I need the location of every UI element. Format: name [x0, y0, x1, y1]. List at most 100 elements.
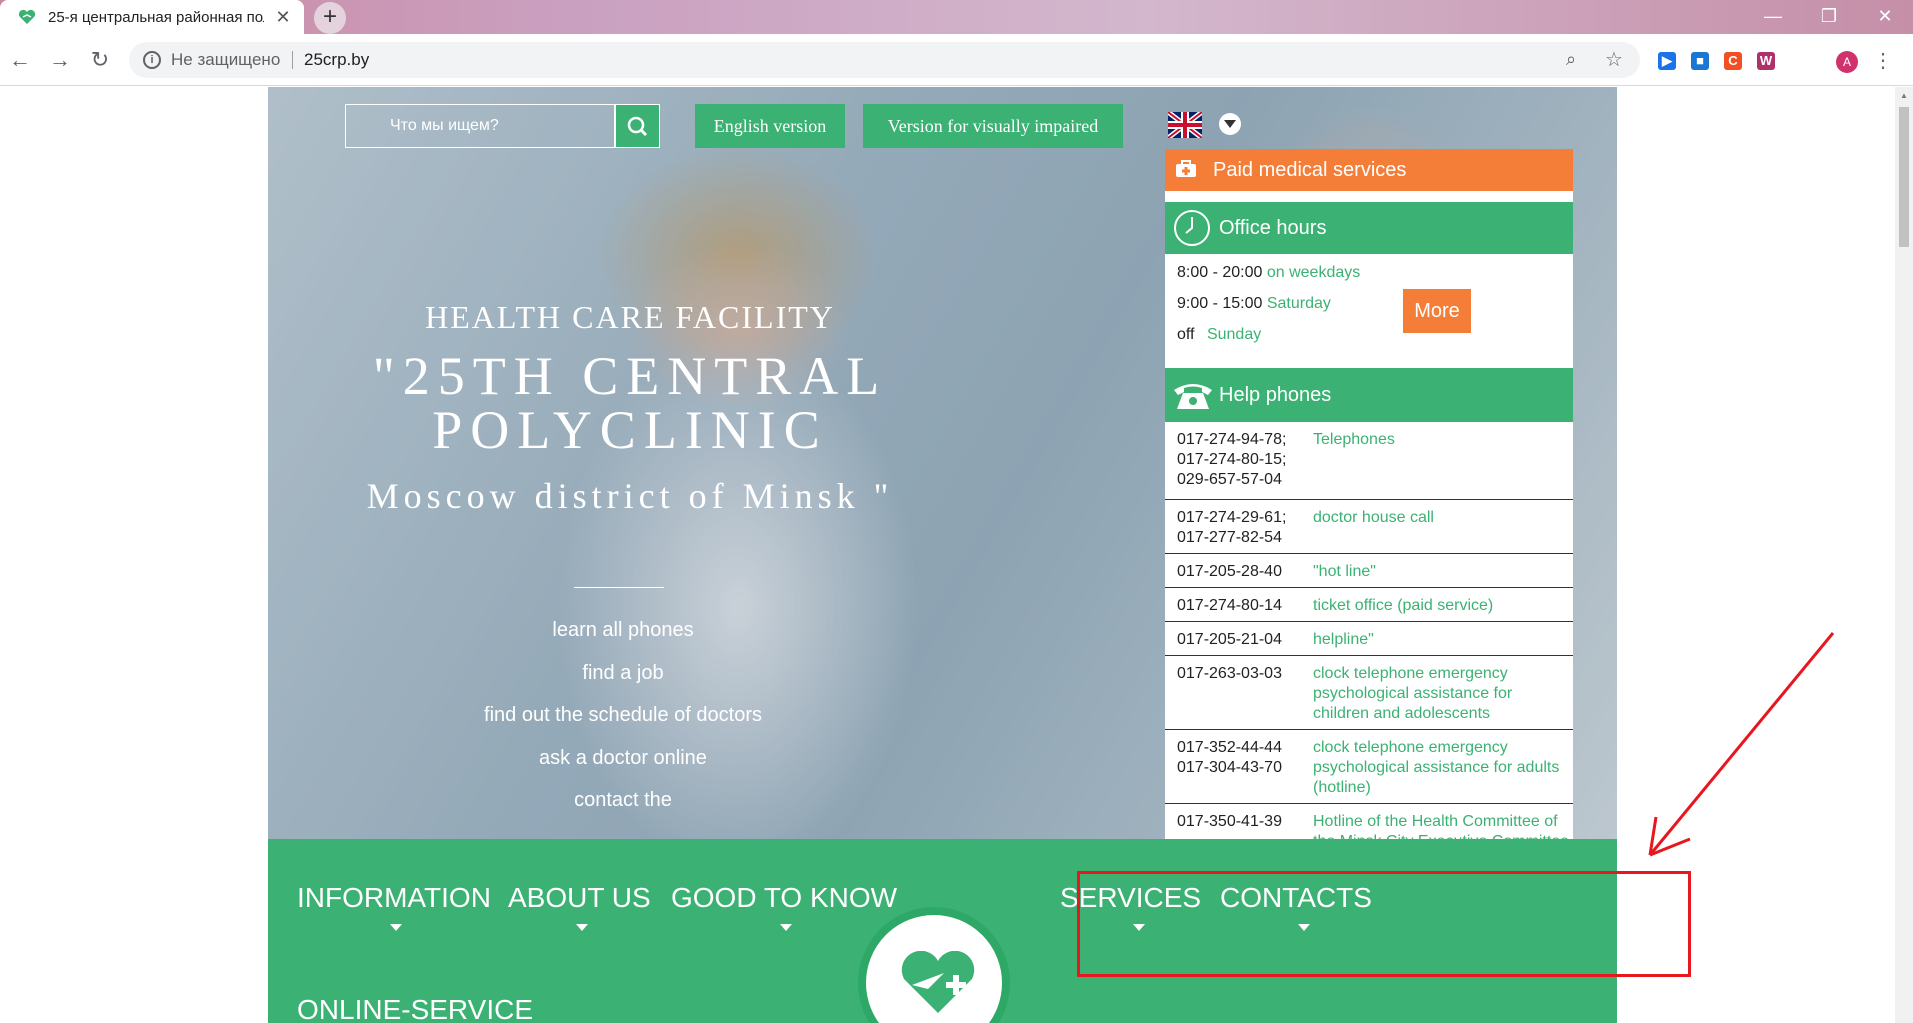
hours-day: Sunday	[1206, 326, 1262, 343]
hero-link-ask-doctor[interactable]: ask a doctor online	[268, 747, 978, 770]
annotation-highlight-box	[1077, 871, 1691, 977]
phone-description: clock telephone emergency psychological …	[1313, 739, 1560, 796]
security-label[interactable]: Не защищено	[171, 50, 280, 70]
browser-tab[interactable]: 25-я центральная районная пол ✕	[0, 0, 304, 34]
phone-row: 017-205-28-40 "hot line"	[1165, 554, 1573, 588]
annotation-arrow-icon	[1648, 632, 1835, 857]
english-version-button[interactable]: English version	[695, 104, 845, 148]
phone-numbers[interactable]: 017-274-80-14	[1177, 596, 1307, 616]
phone-row: 017-274-94-78; 017-274-80-15; 029-657-57…	[1165, 422, 1573, 500]
profile-avatar[interactable]: A	[1836, 51, 1858, 73]
search-icon	[627, 116, 648, 137]
box-extension-icon[interactable]: ■	[1691, 52, 1709, 70]
phone-numbers[interactable]: 017-352-44-44 017-304-43-70	[1177, 738, 1307, 778]
bookmark-star-icon[interactable]: ☆	[1605, 47, 1627, 71]
search-button[interactable]	[615, 104, 660, 148]
phone-description: clock telephone emergency psychological …	[1313, 665, 1513, 722]
nav-good-to-know-caret-icon[interactable]	[780, 924, 792, 931]
more-button[interactable]: More	[1403, 289, 1471, 333]
reload-icon[interactable]: ↻	[84, 44, 116, 76]
hero-link-phones[interactable]: learn all phones	[268, 619, 978, 642]
telephone-icon	[1174, 384, 1212, 409]
hours-time: 9:00 - 15:00	[1177, 295, 1263, 312]
zoom-icon[interactable]: ⌕	[1566, 49, 1588, 71]
page-viewport: English version Version for visually imp…	[0, 87, 1895, 1023]
browser-menu-icon[interactable]: ⋮	[1873, 48, 1893, 74]
nav-good-to-know[interactable]: GOOD TO KNOW	[671, 882, 897, 914]
hours-day: Saturday	[1266, 295, 1331, 312]
new-tab-button[interactable]: +	[314, 2, 346, 34]
forward-icon[interactable]: →	[44, 44, 76, 76]
url-text[interactable]: 25crp.by	[304, 50, 369, 70]
nav-about-us-caret-icon[interactable]	[576, 924, 588, 931]
medkit-icon	[1176, 160, 1196, 177]
tab-strip: 25-я центральная районная пол ✕ + — ❐ ✕	[0, 0, 1913, 34]
phone-description: Telephones	[1313, 431, 1395, 448]
phone-description: "hot line"	[1313, 563, 1376, 580]
scrollbar-thumb[interactable]	[1899, 107, 1909, 247]
heart-favicon-icon	[18, 9, 36, 24]
hero-link-contact[interactable]: contact the	[268, 789, 978, 812]
w-extension-icon[interactable]: W	[1757, 52, 1775, 70]
phone-numbers[interactable]: 017-263-03-03	[1177, 664, 1307, 684]
phone-row: 017-350-41-39 Hotline of the Health Comm…	[1165, 804, 1573, 839]
nav-information-caret-icon[interactable]	[390, 924, 402, 931]
phone-numbers[interactable]: 017-274-29-61; 017-277-82-54	[1177, 508, 1307, 548]
minimize-icon[interactable]: —	[1745, 0, 1801, 32]
back-icon[interactable]: ←	[4, 44, 36, 76]
address-separator	[292, 51, 293, 69]
site-logo[interactable]	[858, 907, 1010, 1023]
language-dropdown-icon[interactable]	[1219, 113, 1241, 135]
uk-flag-icon[interactable]	[1168, 112, 1202, 138]
phone-description: Hotline of the Health Committee of the M…	[1313, 813, 1569, 839]
paid-services-bar[interactable]: Paid medical services	[1165, 149, 1573, 191]
phone-numbers[interactable]: 017-350-41-39	[1177, 812, 1307, 832]
hero-banner: English version Version for visually imp…	[268, 87, 1617, 839]
hero-title-line3: Moscow district of Minsk "	[366, 476, 894, 516]
help-phones-label: Help phones	[1219, 384, 1332, 406]
hours-time: off	[1177, 326, 1195, 343]
phone-numbers[interactable]: 017-274-94-78; 017-274-80-15; 029-657-57…	[1177, 430, 1307, 490]
hours-day: on weekdays	[1266, 264, 1361, 281]
hero-title-line2: POLYCLINIC	[432, 400, 828, 460]
search-input[interactable]	[345, 104, 615, 148]
office-hours-label: Office hours	[1219, 217, 1327, 239]
phone-row: 017-205-21-04 helpline"	[1165, 622, 1573, 656]
phone-row: 017-352-44-44 017-304-43-70 clock teleph…	[1165, 730, 1573, 804]
restore-icon[interactable]: ❐	[1801, 0, 1857, 32]
help-phones-header: Help phones	[1165, 368, 1573, 422]
hero-link-job[interactable]: find a job	[268, 662, 978, 685]
window-close-icon[interactable]: ✕	[1857, 0, 1913, 32]
address-bar[interactable]: i Не защищено 25crp.by ⌕ ☆	[129, 42, 1640, 78]
heart-cross-logo-icon	[901, 951, 975, 1013]
phone-numbers[interactable]: 017-205-28-40	[1177, 562, 1307, 582]
hero-title-line1: "25TH CENTRAL	[372, 346, 888, 406]
office-hours-header: Office hours	[1165, 202, 1573, 254]
nav-about-us[interactable]: ABOUT US	[508, 882, 651, 914]
phone-numbers[interactable]: 017-205-21-04	[1177, 630, 1307, 650]
visually-impaired-button[interactable]: Version for visually impaired	[863, 104, 1123, 148]
nav-information[interactable]: INFORMATION	[297, 882, 491, 914]
play-extension-icon[interactable]: ▶	[1658, 52, 1676, 70]
hero-link-schedule[interactable]: find out the schedule of doctors	[268, 704, 978, 727]
hero-divider	[574, 587, 664, 588]
phone-description: helpline"	[1313, 631, 1374, 648]
scroll-up-icon[interactable]: ▲	[1900, 91, 1908, 100]
phone-description: ticket office (paid service)	[1313, 597, 1494, 614]
info-icon[interactable]: i	[143, 51, 161, 69]
phone-row: 017-263-03-03 clock telephone emergency …	[1165, 656, 1573, 730]
phone-row: 017-274-80-14 ticket office (paid servic…	[1165, 588, 1573, 622]
hero-subtitle: HEALTH CARE FACILITY	[425, 299, 835, 335]
page-scrollbar[interactable]: ▲	[1895, 87, 1913, 1023]
paid-services-label: Paid medical services	[1213, 159, 1407, 181]
phone-row: 017-274-29-61; 017-277-82-54 doctor hous…	[1165, 500, 1573, 554]
hours-row-weekdays: 8:00 - 20:00 on weekdays	[1177, 264, 1360, 282]
c-extension-icon[interactable]: C	[1724, 52, 1742, 70]
browser-toolbar: ← → ↻ i Не защищено 25crp.by ⌕ ☆ ▶ ■ C W A …	[0, 34, 1913, 86]
hours-row-saturday: 9:00 - 15:00 Saturday	[1177, 295, 1331, 313]
hours-time: 8:00 - 20:00	[1177, 264, 1263, 281]
info-panel: Paid medical services Office hours 8:00 …	[1165, 149, 1573, 839]
tab-close-icon[interactable]: ✕	[272, 6, 294, 28]
nav-online-service[interactable]: ONLINE-SERVICE	[297, 994, 533, 1023]
phone-description: doctor house call	[1313, 509, 1434, 526]
